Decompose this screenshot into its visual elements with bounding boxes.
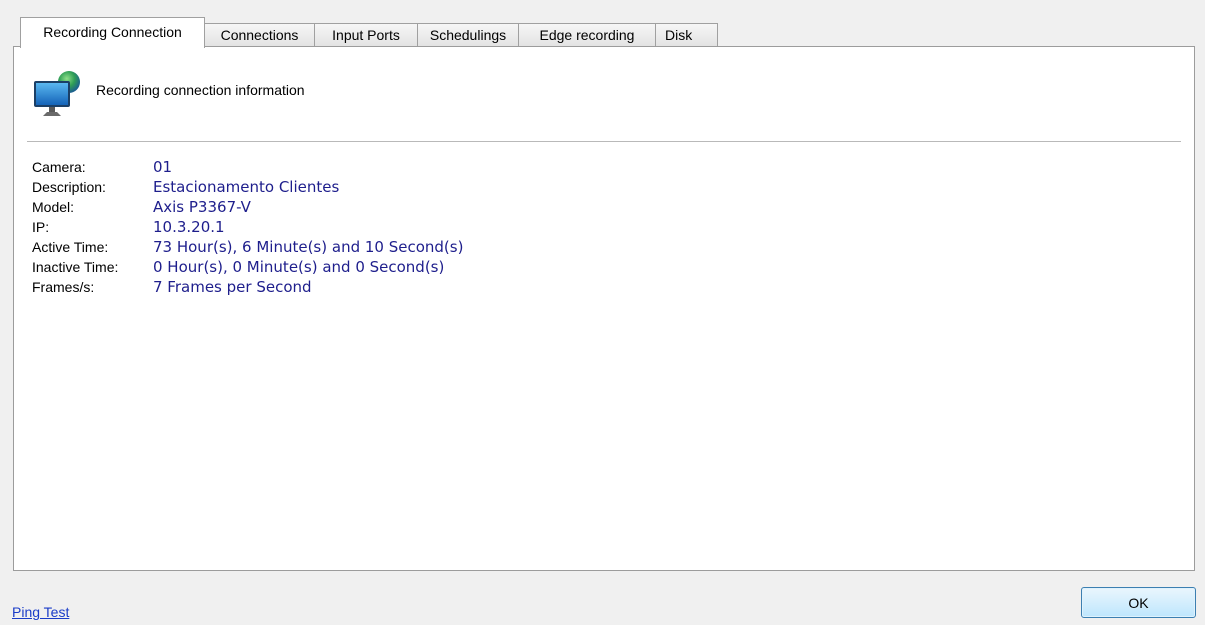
tab-schedulings[interactable]: Schedulings (417, 23, 519, 46)
frames-label: Frames/s: (32, 279, 95, 295)
ip-value: 10.3.20.1 (153, 218, 225, 236)
camera-value: 01 (153, 158, 173, 176)
active-time-label: Active Time: (32, 239, 109, 255)
ping-test-link[interactable]: Ping Test (12, 604, 69, 620)
active-time-value: 73 Hour(s), 6 Minute(s) and 10 Second(s) (153, 238, 464, 256)
field-camera: Camera: 01 (32, 157, 463, 177)
panel-title: Recording connection information (96, 82, 305, 98)
frames-value: 7 Frames per Second (153, 278, 312, 296)
inactive-time-label: Inactive Time: (32, 259, 119, 275)
inactive-time-value: 0 Hour(s), 0 Minute(s) and 0 Second(s) (153, 258, 445, 276)
tab-input-ports[interactable]: Input Ports (314, 23, 418, 46)
connection-details: Camera: 01 Description: Estacionamento Cli… (32, 157, 463, 297)
ip-label: IP: (32, 219, 50, 235)
field-active-time: Active Time: 73 Hour(s), 6 Minute(s) and … (32, 237, 463, 257)
divider (27, 141, 1181, 142)
field-frames: Frames/s: 7 Frames per Second (32, 277, 463, 297)
recording-connection-panel: Recording connection information Camera:… (13, 46, 1195, 571)
model-label: Model: (32, 199, 75, 215)
monitor-globe-icon (32, 69, 84, 121)
field-ip: IP: 10.3.20.1 (32, 217, 463, 237)
field-inactive-time: Inactive Time: 0 Hour(s), 0 Minute(s) and… (32, 257, 463, 277)
ok-button[interactable]: OK (1081, 587, 1196, 618)
camera-label: Camera: (32, 159, 86, 175)
description-label: Description: (32, 179, 106, 195)
tab-disk[interactable]: Disk (655, 23, 718, 46)
tab-connections[interactable]: Connections (204, 23, 315, 46)
tab-recording-connection[interactable]: Recording Connection (20, 17, 205, 48)
description-value: Estacionamento Clientes (153, 178, 340, 196)
field-description: Description: Estacionamento Clientes (32, 177, 463, 197)
model-value: Axis P3367-V (153, 198, 251, 216)
field-model: Model: Axis P3367-V (32, 197, 463, 217)
tab-edge-recording[interactable]: Edge recording (518, 23, 656, 46)
